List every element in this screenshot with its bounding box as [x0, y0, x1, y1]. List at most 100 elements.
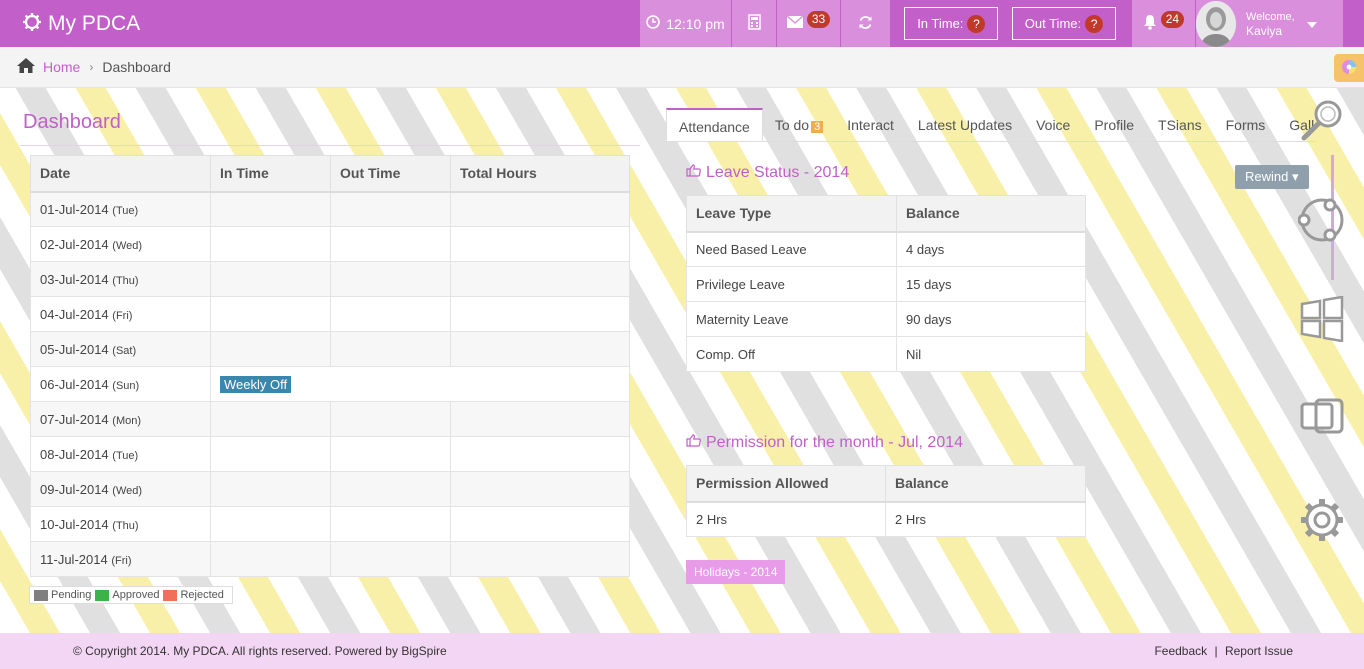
table-row[interactable]: 01-Jul-2014 (Tue) — [30, 191, 630, 227]
mail-button[interactable]: 33 — [775, 0, 841, 47]
in-time-cell — [210, 541, 331, 577]
out-time-cell — [330, 191, 451, 227]
legend-approved: Approved — [112, 589, 160, 601]
notifications-button[interactable]: 24 — [1130, 0, 1196, 47]
tab-forms[interactable]: Forms — [1214, 108, 1278, 141]
date-cell: 07-Jul-2014 (Mon) — [30, 401, 211, 437]
table-row[interactable]: 08-Jul-2014 (Tue) — [30, 436, 630, 472]
gear-logo-icon — [22, 12, 48, 35]
table-row[interactable]: 03-Jul-2014 (Thu) — [30, 261, 630, 297]
in-time-cell — [210, 331, 331, 367]
permission-heading: Permission for the month - Jul, 2014 — [686, 434, 963, 452]
leave-status-heading: Leave Status - 2014 — [686, 164, 849, 182]
refresh-button[interactable] — [840, 0, 890, 47]
todo-count-badge: 3 — [811, 121, 824, 133]
table-row[interactable]: 11-Jul-2014 (Fri) — [30, 541, 630, 577]
table-row: Maternity Leave 90 days — [686, 301, 1086, 337]
total-hours-cell — [450, 436, 630, 472]
report-issue-link[interactable]: Report Issue — [1225, 644, 1293, 658]
in-time-cell — [210, 436, 331, 472]
total-hours-cell — [450, 331, 630, 367]
tab-attendance[interactable]: Attendance — [666, 108, 763, 141]
calculator-button[interactable] — [731, 0, 776, 47]
date-cell: 10-Jul-2014 (Thu) — [30, 506, 211, 542]
devices-icon[interactable] — [1298, 396, 1346, 439]
column-header-total-hours[interactable]: Total Hours — [450, 155, 630, 193]
home-icon — [17, 58, 35, 76]
weekly-off-label: Weekly Off — [220, 375, 292, 393]
breadcrumb: Home › Dashboard — [0, 47, 1364, 88]
table-row[interactable]: 05-Jul-2014 (Sat) — [30, 331, 630, 367]
date-cell: 09-Jul-2014 (Wed) — [30, 471, 211, 507]
rewind-dropdown[interactable]: Rewind ▾ — [1235, 165, 1309, 189]
column-header-balance: Balance — [885, 465, 1086, 503]
out-time-cell — [330, 401, 451, 437]
tab-voice[interactable]: Voice — [1024, 108, 1082, 141]
column-header-out-time[interactable]: Out Time — [330, 155, 451, 193]
copyright-text: © Copyright 2014. My PDCA. All rights re… — [73, 644, 447, 658]
total-hours-cell — [450, 226, 630, 262]
theme-palette-button[interactable] — [1334, 54, 1364, 82]
tab-interact[interactable]: Interact — [835, 108, 906, 141]
column-header-leave-type: Leave Type — [686, 195, 897, 233]
in-time-cell — [210, 191, 331, 227]
column-header-permission-allowed: Permission Allowed — [686, 465, 886, 503]
tab-tsians[interactable]: TSians — [1146, 108, 1214, 141]
table-row[interactable]: 06-Jul-2014 (Sun) Weekly Off — [30, 366, 630, 402]
table-row[interactable]: 04-Jul-2014 (Fri) — [30, 296, 630, 332]
column-header-in-time[interactable]: In Time — [210, 155, 331, 193]
pending-swatch — [34, 589, 48, 601]
permission-table: Permission Allowed Balance 2 Hrs 2 Hrs — [686, 465, 1086, 537]
welcome-label: Welcome, — [1246, 10, 1295, 23]
bell-icon — [1143, 14, 1157, 33]
tab-to-do[interactable]: To do 3 — [763, 108, 835, 141]
windows-icon[interactable] — [1298, 295, 1346, 345]
table-row: Comp. Off Nil — [686, 336, 1086, 372]
table-row[interactable]: 10-Jul-2014 (Thu) — [30, 506, 630, 542]
total-hours-cell — [450, 191, 630, 227]
share-icon[interactable] — [1297, 196, 1346, 247]
main-content: Dashboard Date In Time Out Time Total Ho… — [0, 88, 1364, 633]
tab-profile[interactable]: Profile — [1082, 108, 1146, 141]
settings-gear-icon[interactable] — [1298, 496, 1346, 547]
legend-pending: Pending — [51, 589, 92, 601]
user-menu[interactable]: Welcome, Kaviya — [1195, 0, 1344, 47]
table-row[interactable]: 07-Jul-2014 (Mon) — [30, 401, 630, 437]
feedback-link[interactable]: Feedback — [1154, 644, 1207, 658]
in-time-button[interactable]: In Time: ? — [904, 7, 999, 40]
refresh-icon — [858, 15, 873, 33]
breadcrumb-home-link[interactable]: Home — [43, 59, 80, 75]
table-header-row: Date In Time Out Time Total Hours — [30, 155, 630, 193]
calculator-icon — [747, 14, 761, 33]
total-hours-cell — [450, 296, 630, 332]
brand[interactable]: My PDCA — [0, 0, 639, 47]
app-title: My PDCA — [48, 11, 141, 35]
date-cell: 04-Jul-2014 (Fri) — [30, 296, 211, 332]
page-title: Dashboard — [23, 111, 121, 133]
column-header-date[interactable]: Date — [30, 155, 211, 193]
out-time-cell — [330, 261, 451, 297]
hand-pointer-icon — [686, 434, 706, 452]
total-hours-cell — [450, 541, 630, 577]
clock-icon — [646, 15, 666, 32]
footer: © Copyright 2014. My PDCA. All rights re… — [0, 633, 1364, 669]
clock-time: 12:10 pm — [666, 15, 725, 32]
table-row[interactable]: 02-Jul-2014 (Wed) — [30, 226, 630, 262]
total-hours-cell — [450, 506, 630, 542]
top-navbar: My PDCA 12:10 pm 33 In Time: ? Out Time:… — [0, 0, 1364, 47]
approved-swatch — [95, 589, 110, 601]
table-header-row: Permission Allowed Balance — [686, 465, 1086, 503]
tab-latest-updates[interactable]: Latest Updates — [906, 108, 1024, 141]
footer-links: Feedback | Report Issue — [1154, 644, 1293, 658]
date-cell: 03-Jul-2014 (Thu) — [30, 261, 211, 297]
holidays-button[interactable]: Holidays - 2014 — [686, 560, 786, 584]
breadcrumb-current: Dashboard — [102, 59, 171, 75]
out-time-button[interactable]: Out Time: ? — [1011, 7, 1117, 40]
search-icon[interactable] — [1298, 96, 1346, 147]
permission-title: Permission for the month - Jul, 2014 — [706, 434, 964, 451]
in-time-cell — [210, 226, 331, 262]
table-row[interactable]: 09-Jul-2014 (Wed) — [30, 471, 630, 507]
avatar — [1196, 0, 1237, 47]
date-cell: 08-Jul-2014 (Tue) — [30, 436, 211, 472]
in-time-cell — [210, 401, 331, 437]
